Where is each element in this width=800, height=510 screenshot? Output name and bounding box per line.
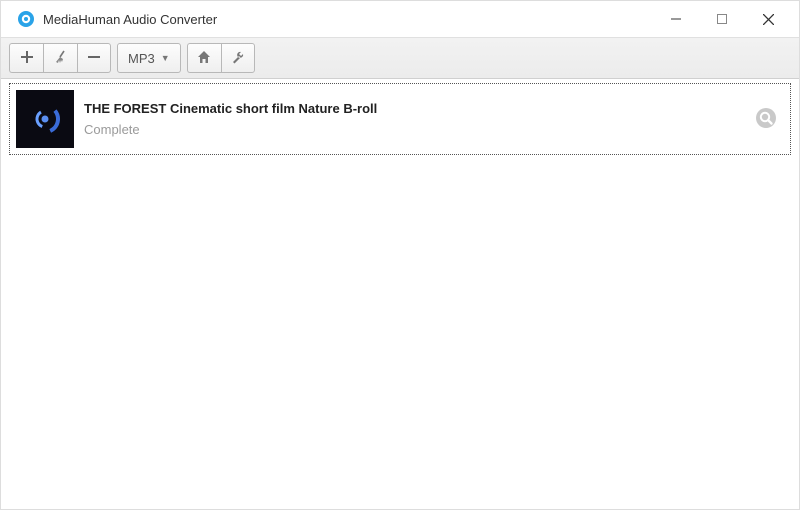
locate-button[interactable] (754, 107, 778, 131)
chevron-down-icon: ▼ (161, 53, 170, 63)
item-body: THE FOREST Cinematic short film Nature B… (84, 101, 744, 137)
home-button[interactable] (187, 43, 221, 73)
app-title: MediaHuman Audio Converter (43, 12, 217, 27)
app-icon (17, 10, 35, 28)
close-button[interactable] (745, 4, 791, 34)
wrench-icon (230, 49, 246, 68)
file-button-group (9, 43, 111, 73)
minus-icon (87, 50, 101, 67)
app-window: MediaHuman Audio Converter (0, 0, 800, 510)
maximize-button[interactable] (699, 4, 745, 34)
titlebar: MediaHuman Audio Converter (1, 1, 799, 37)
broom-icon (53, 49, 69, 68)
home-icon (196, 49, 212, 68)
content-area: THE FOREST Cinematic short film Nature B… (1, 79, 799, 509)
format-label: MP3 (128, 51, 155, 66)
format-select[interactable]: MP3 ▼ (117, 43, 181, 73)
minimize-button[interactable] (653, 4, 699, 34)
item-thumbnail (16, 90, 74, 148)
add-button[interactable] (9, 43, 43, 73)
toolbar: MP3 ▼ (1, 37, 799, 79)
clear-button[interactable] (43, 43, 77, 73)
plus-icon (20, 50, 34, 67)
item-title: THE FOREST Cinematic short film Nature B… (84, 101, 744, 116)
list-item[interactable]: THE FOREST Cinematic short film Nature B… (9, 83, 791, 155)
remove-button[interactable] (77, 43, 111, 73)
item-status: Complete (84, 122, 744, 137)
settings-button[interactable] (221, 43, 255, 73)
action-button-group (187, 43, 255, 73)
window-controls (653, 4, 791, 34)
magnifier-icon (755, 107, 777, 132)
